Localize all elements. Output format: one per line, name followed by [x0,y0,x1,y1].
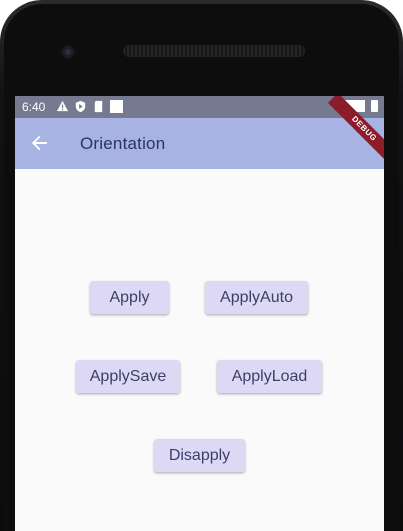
apply-button[interactable]: Apply [90,281,169,314]
notification-square-icon [110,100,123,113]
page-title: Orientation [80,134,166,153]
status-time: 6:40 [22,100,46,114]
sd-card-icon [94,100,103,113]
play-protect-icon [75,100,86,113]
status-bar: 6:40 [15,96,384,118]
earpiece-speaker [123,45,305,57]
apply-load-button[interactable]: ApplyLoad [217,360,322,393]
battery-icon [371,100,378,112]
apply-auto-button[interactable]: ApplyAuto [205,281,308,314]
front-camera [60,44,76,60]
app-bar: Orientation DEBUG [15,96,384,169]
phone-frame: 6:40 Orientation DEBUG Apply ApplyAuto A… [0,0,403,531]
back-button[interactable] [27,130,53,156]
arrow-back-icon [31,135,47,151]
app-screen: 6:40 Orientation DEBUG Apply ApplyAuto A… [15,96,384,531]
apply-save-button[interactable]: ApplySave [76,360,180,393]
status-notification-icons [56,100,123,113]
warning-icon [56,100,69,112]
disapply-button[interactable]: Disapply [154,439,245,472]
